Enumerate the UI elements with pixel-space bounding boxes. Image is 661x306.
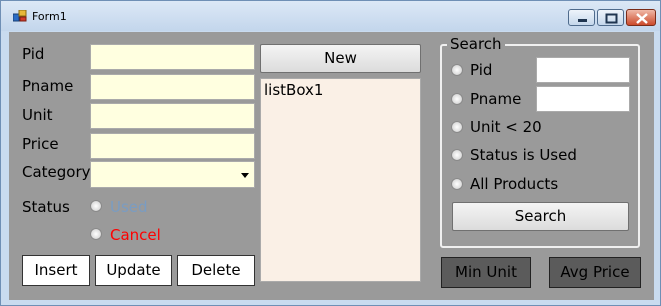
maximize-button[interactable] [597, 9, 624, 26]
price-label: Price [22, 135, 59, 153]
all-products-radio[interactable] [451, 178, 463, 190]
update-button[interactable]: Update [95, 255, 172, 286]
pname-field[interactable] [90, 74, 255, 100]
cancel-radio[interactable] [90, 228, 102, 240]
search-pid-radio[interactable] [451, 64, 463, 76]
status-used-label[interactable]: Status is Used [470, 146, 577, 164]
app-icon [13, 10, 27, 22]
search-pid-label[interactable]: Pid [470, 61, 492, 79]
unit-label: Unit [22, 106, 53, 124]
all-products-label[interactable]: All Products [470, 175, 558, 193]
pname-label: Pname [22, 77, 74, 95]
status-used-radio[interactable] [451, 149, 463, 161]
category-label: Category [22, 163, 91, 181]
delete-button[interactable]: Delete [177, 255, 255, 286]
search-pname-field[interactable] [536, 86, 630, 112]
list-item[interactable]: listBox1 [264, 81, 323, 99]
insert-button[interactable]: Insert [22, 255, 90, 286]
search-pname-radio[interactable] [451, 93, 463, 105]
avg-price-button[interactable]: Avg Price [549, 257, 641, 288]
product-listbox[interactable]: listBox1 [260, 78, 421, 282]
minimize-button[interactable] [568, 9, 595, 26]
pid-field[interactable] [90, 44, 255, 70]
title-bar[interactable]: Form1 [1, 1, 660, 31]
window-title: Form1 [32, 10, 67, 23]
close-icon [636, 13, 648, 24]
combobox-dropdown-button[interactable] [236, 162, 254, 187]
used-label[interactable]: Used [110, 198, 148, 216]
search-pname-label[interactable]: Pname [470, 90, 521, 108]
pid-label: Pid [22, 45, 45, 63]
min-unit-button[interactable]: Min Unit [441, 257, 531, 288]
chevron-down-icon [241, 173, 249, 178]
form-client-area: Pid Pname Unit Price Category Status Use… [9, 32, 654, 300]
unit-lt-20-label[interactable]: Unit < 20 [470, 118, 542, 136]
category-combobox[interactable] [90, 161, 255, 188]
unit-field[interactable] [90, 103, 255, 129]
price-field[interactable] [90, 133, 255, 159]
close-button[interactable] [626, 9, 656, 26]
used-radio[interactable] [90, 200, 102, 212]
new-button[interactable]: New [260, 44, 421, 73]
minimize-icon [578, 19, 587, 22]
cancel-label[interactable]: Cancel [110, 226, 161, 244]
form-window: Form1 Pid Pname Unit Price Category Stat… [0, 0, 661, 306]
unit-lt-20-radio[interactable] [451, 121, 463, 133]
maximize-icon [605, 13, 618, 24]
search-group-title: Search [447, 35, 505, 53]
search-pid-field[interactable] [536, 57, 630, 83]
status-label: Status [22, 198, 70, 216]
search-button[interactable]: Search [452, 202, 629, 231]
